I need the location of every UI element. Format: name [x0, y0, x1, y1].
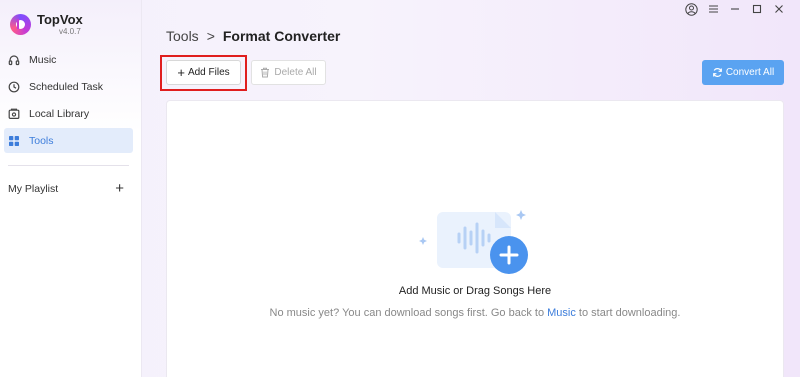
breadcrumb-root[interactable]: Tools	[166, 28, 199, 44]
delete-all-button[interactable]: Delete All	[251, 60, 326, 85]
tools-grid-icon	[8, 135, 20, 147]
add-files-label: Add Files	[187, 67, 230, 78]
brand: TopVox v4.0.7	[10, 12, 83, 37]
add-music-illustration-icon	[415, 204, 535, 284]
sidebar-item-label: Tools	[29, 134, 54, 147]
clock-icon	[8, 81, 20, 93]
sidebar-item-tools[interactable]: Tools	[4, 128, 133, 153]
empty-state-title: Add Music or Drag Songs Here	[398, 285, 552, 297]
sidebar-item-scheduled-task[interactable]: Scheduled Task	[4, 74, 133, 99]
convert-all-button[interactable]: Convert All	[702, 60, 784, 85]
close-icon[interactable]	[772, 2, 786, 16]
sidebar: TopVox v4.0.7 Music Scheduled Task Local…	[0, 0, 142, 377]
empty-hint-text: No music yet? You can download songs fir…	[269, 307, 548, 319]
sidebar-item-local-library[interactable]: Local Library	[4, 101, 133, 126]
breadcrumb: Tools > Format Converter	[166, 28, 340, 44]
sidebar-item-music[interactable]: Music	[4, 47, 133, 72]
add-playlist-button[interactable]: +	[115, 181, 124, 196]
empty-state-hint: No music yet? You can download songs fir…	[167, 307, 783, 319]
delete-all-label: Delete All	[274, 67, 317, 78]
app-name: TopVox	[37, 12, 83, 27]
sidebar-item-label: Local Library	[29, 107, 90, 120]
trash-icon	[260, 67, 270, 78]
app-version: v4.0.7	[59, 27, 81, 36]
my-playlist-section: My Playlist +	[8, 181, 124, 196]
menu-icon[interactable]	[706, 2, 720, 16]
plus-icon: +	[177, 64, 185, 80]
sidebar-item-label: Scheduled Task	[29, 80, 103, 93]
headphones-icon	[8, 54, 20, 66]
convert-all-label: Convert All	[725, 67, 775, 78]
app-logo-icon	[10, 14, 31, 35]
refresh-icon	[712, 67, 723, 78]
sidebar-divider	[8, 165, 129, 166]
chevron-right-icon: >	[206, 28, 215, 44]
account-icon[interactable]	[684, 2, 698, 16]
sidebar-nav: Music Scheduled Task Local Library Tools	[4, 47, 133, 155]
library-icon	[8, 108, 20, 120]
add-files-button[interactable]: + Add Files	[166, 60, 241, 85]
page-title: Format Converter	[222, 28, 341, 44]
window-controls	[684, 2, 786, 16]
music-link[interactable]: Music	[547, 307, 576, 319]
maximize-icon[interactable]	[750, 2, 764, 16]
empty-hint-text-end: to start downloading.	[575, 307, 681, 319]
minimize-icon[interactable]	[728, 2, 742, 16]
sidebar-item-label: Music	[29, 53, 57, 66]
drop-zone[interactable]: Add Music or Drag Songs Here No music ye…	[166, 100, 784, 377]
my-playlist-label: My Playlist	[8, 183, 59, 195]
